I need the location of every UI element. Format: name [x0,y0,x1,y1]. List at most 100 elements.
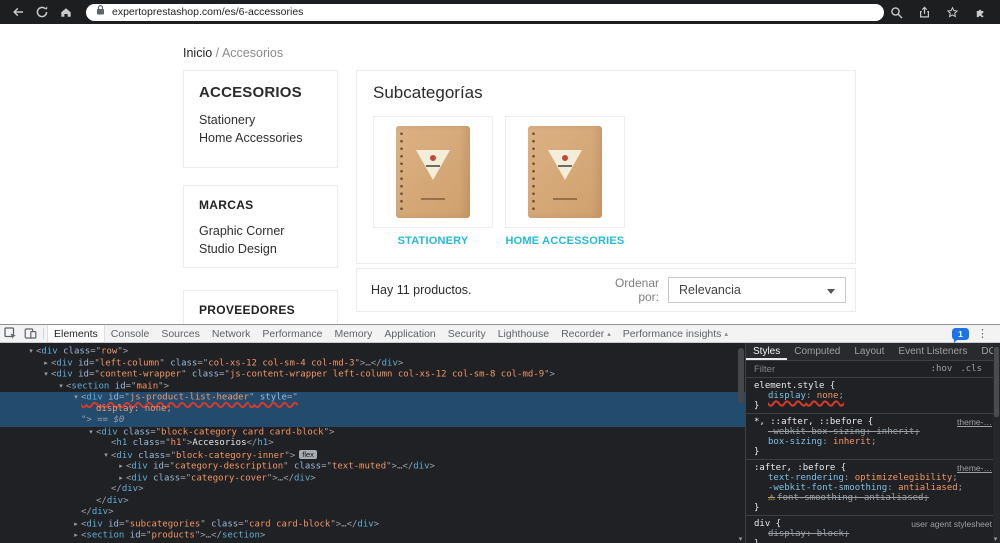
dom-tree-row[interactable]: ▸ <section id="products">…</section> [0,530,745,542]
devtools-body: ▾ <div class="row"> ▸ <div id="left-column"… [0,343,1000,543]
dom-tree-row[interactable]: ▸ <div class="category-cover">…</div> [0,473,745,485]
subcategory-label[interactable]: HOME ACCESSORIES [505,235,625,247]
subcategory-tile-home-accessories[interactable]: HOME ACCESSORIES [505,116,625,247]
subcategory-tile-stationery[interactable]: STATIONERY [373,116,493,247]
dom-tree-row[interactable]: ▾ <div class="block-category-inner"> flex [0,449,745,462]
device-toolbar-icon[interactable] [20,325,40,342]
css-property[interactable]: box-sizing: inherit; [754,437,992,447]
scroll-down-arrow-icon[interactable]: ▾ [736,535,745,543]
pseudo-state-toggle[interactable]: :hov [931,364,953,374]
address-bar[interactable]: expertoprestashop.com/es/6-accessories [86,3,884,21]
devtools-tab-elements[interactable]: Elements [47,325,105,342]
scrollbar-thumb[interactable] [994,347,999,417]
scrollbar-thumb[interactable] [738,348,744,403]
css-property[interactable]: text-rendering: optimizelegibility; [754,473,992,483]
category-links: Stationery Home Accessories [199,113,322,145]
dom-tree-row[interactable]: display: none; [0,403,745,415]
stylesheet-source-link[interactable]: theme-… [949,463,992,473]
flex-badge[interactable]: flex [299,449,317,459]
devtools-tab-application[interactable]: Application [378,325,441,342]
css-selector[interactable]: div { [754,519,781,529]
search-icon[interactable] [888,4,904,20]
expand-arrow-icon[interactable]: ▸ [71,519,81,531]
dom-tree-row[interactable]: ▸ <div id="left-column" class="col-xs-12 … [0,358,745,370]
css-selector[interactable]: element.style { [754,381,835,391]
class-toggle[interactable]: .cls [960,364,982,374]
styles-filter-input[interactable]: Filter [754,364,775,375]
brand-link-studio-design[interactable]: Studio Design [199,242,322,256]
dom-tree-row[interactable]: <h1 class="h1">Accesorios</h1> [0,438,745,450]
css-property[interactable]: -webkit-box-sizing: inherit; [754,427,992,437]
expand-arrow-icon[interactable]: ▸ [116,473,126,485]
breadcrumb-home-link[interactable]: Inicio [183,46,212,60]
css-selector[interactable]: *, ::after, ::before { [754,417,873,427]
inspect-element-icon[interactable] [0,325,20,342]
screen: expertoprestashop.com/es/6-accessories I… [0,0,1000,543]
dom-tree-row[interactable]: ▾ <div class="block-category card card-bl… [0,427,745,439]
collapse-arrow-icon[interactable]: ▾ [86,427,96,439]
warning-icon: ⚠ [768,493,776,502]
extensions-puzzle-icon[interactable] [972,4,988,20]
dom-tree-row[interactable]: ▾ <div class="row"> [0,346,745,358]
devtools-tab-network[interactable]: Network [206,325,257,342]
collapse-arrow-icon[interactable]: ▾ [71,392,81,404]
devtools-toolbar: Elements Console Sources Network Performance… [0,325,1000,343]
category-link-stationery[interactable]: Stationery [199,113,322,127]
expand-arrow-icon[interactable]: ▸ [71,530,81,542]
sort-group: Ordenar por: Relevancia [615,276,846,305]
brand-link-graphic-corner[interactable]: Graphic Corner [199,224,322,238]
home-button[interactable] [56,2,76,22]
dom-tree-scrollbar[interactable]: ▾ [736,343,745,543]
browser-toolbar: expertoprestashop.com/es/6-accessories [0,0,1000,24]
devtools-tab-performance[interactable]: Performance [256,325,328,342]
dom-tree-row[interactable]: ▸ <div id="category-description" class="t… [0,461,745,473]
devtools-tab-recorder[interactable]: Recorder ▴ [555,325,617,342]
styles-tab-styles[interactable]: Styles [746,343,787,360]
devtools-tab-console[interactable]: Console [105,325,156,342]
stylesheet-source-link[interactable]: theme-… [949,417,992,427]
experimental-icon: ▴ [607,330,611,338]
dom-tree-row[interactable]: </div> [0,496,745,508]
dom-tree-row[interactable]: </div> [0,484,745,496]
styles-tab-computed[interactable]: Computed [787,343,847,360]
css-property[interactable]: ⚠ font-smoothing: antialiased; [754,493,992,503]
reload-button[interactable] [32,2,52,22]
issues-badge[interactable]: 1 [952,327,969,343]
dom-tree-row[interactable]: "> == $0 [0,415,745,427]
expand-arrow-icon[interactable]: ▸ [116,461,126,473]
devtools-tab-security[interactable]: Security [442,325,492,342]
scroll-down-arrow-icon[interactable]: ▾ [991,535,1000,543]
devtools-tab-memory[interactable]: Memory [328,325,378,342]
category-link-home-accessories[interactable]: Home Accessories [199,131,322,145]
css-property[interactable]: display: block; [754,529,992,539]
styles-scrollbar[interactable]: ▾ [993,343,1000,543]
devtools-tab-sources[interactable]: Sources [155,325,206,342]
share-icon[interactable] [916,4,932,20]
css-property[interactable]: display: none; [754,391,992,401]
sort-select[interactable]: Relevancia [668,277,846,303]
collapse-arrow-icon[interactable]: ▾ [41,369,51,381]
dom-tree-rows: ▾ <div class="row"> ▸ <div id="left-column"… [0,346,745,542]
dom-tree: ▾ <div class="row"> ▸ <div id="left-column"… [0,343,745,543]
bookmark-star-icon[interactable] [944,4,960,20]
dom-tree-row[interactable]: </div> [0,507,745,519]
devtools-tab-lighthouse[interactable]: Lighthouse [492,325,555,342]
subcategory-image [373,116,493,228]
styles-tab-layout[interactable]: Layout [847,343,891,360]
notebook-illustration [528,126,602,218]
expand-arrow-icon[interactable]: ▸ [41,358,51,370]
back-button[interactable] [8,2,28,22]
css-property[interactable]: -webkit-font-smoothing: antialiased; [754,483,992,493]
dom-tree-row[interactable]: ▸ <div id="subcategories" class="card car… [0,519,745,531]
subcategory-label[interactable]: STATIONERY [373,235,493,247]
css-selector[interactable]: :after, :before { [754,463,846,473]
dom-tree-row[interactable]: ▾ <div id="js-product-list-header" style=… [0,392,745,404]
dom-tree-row[interactable]: ▾ <div id="content-wrapper" class="js-con… [0,369,745,381]
devtools-menu-icon[interactable]: ⋮ [977,327,988,340]
collapse-arrow-icon[interactable]: ▾ [101,450,111,462]
collapse-arrow-icon[interactable]: ▾ [26,346,36,358]
devtools-tab-performance-insights[interactable]: Performance insights ▴ [617,325,734,342]
dom-tree-row[interactable]: ▾ <section id="main"> [0,381,745,393]
collapse-arrow-icon[interactable]: ▾ [56,381,66,393]
styles-tab-event-listeners[interactable]: Event Listeners [891,343,974,360]
